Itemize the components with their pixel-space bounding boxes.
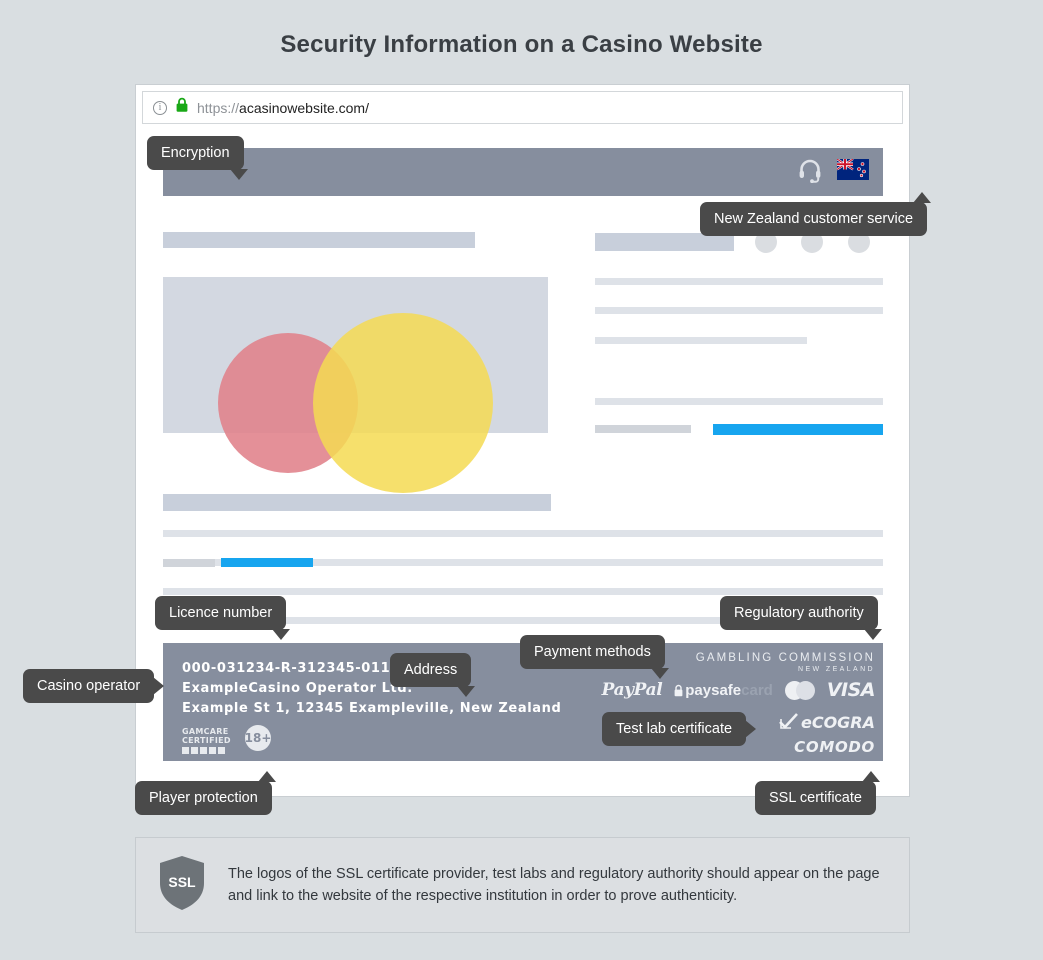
operator-name: ExampleCasino Operator Ltd.: [182, 681, 413, 696]
decorative-circle-yellow: [313, 313, 493, 493]
new-zealand-flag-icon[interactable]: [836, 158, 869, 185]
callout-regulatory-authority: Regulatory authority: [720, 596, 882, 640]
placeholder-text-line: [163, 530, 883, 537]
callout-payment-methods-label: Payment methods: [534, 644, 651, 660]
placeholder-heading-lower: [163, 494, 551, 511]
callout-encryption-label: Encryption: [161, 145, 230, 161]
paysafe-bold: paysafe: [685, 681, 742, 699]
placeholder-text-line: [595, 307, 883, 314]
callout-address-label: Address: [404, 662, 458, 678]
placeholder-text-line: [595, 425, 691, 433]
callout-encryption: Encryption: [147, 136, 248, 180]
callout-regulatory-authority-label: Regulatory authority: [734, 605, 864, 621]
licence-number: 000-031234-R-312345-011: [182, 661, 391, 676]
site-header-band: [163, 148, 883, 196]
callout-payment-methods: Payment methods: [520, 635, 669, 679]
paypal-logo[interactable]: PayPal: [602, 680, 663, 700]
paysafe-dim: card: [741, 681, 773, 699]
ecogra-logo[interactable]: eCOGRA: [778, 712, 875, 732]
callout-ssl-certificate: SSL certificate: [755, 771, 880, 815]
ecogra-check-icon: [779, 713, 798, 729]
placeholder-text-line: [595, 337, 807, 344]
gamcare-line-2: CERTIFIED: [182, 736, 231, 745]
placeholder-text-line: [595, 398, 883, 405]
callout-test-lab: Test lab certificate: [602, 712, 757, 746]
url-host: acasinowebsite.com/: [239, 99, 369, 116]
svg-text:SSL: SSL: [168, 874, 196, 890]
gamcare-squares: [182, 747, 231, 754]
info-icon[interactable]: i: [153, 100, 167, 115]
placeholder-text-line: [595, 278, 883, 285]
gambling-commission-logo[interactable]: GAMBLING COMMISSION NEW ZEALAND: [696, 652, 875, 673]
placeholder-text-line: [163, 588, 883, 595]
operator-address: Example St 1, 12345 Exampleville, New Ze…: [182, 701, 562, 716]
browser-url-bar[interactable]: i https://acasinowebsite.com/: [142, 91, 903, 124]
info-note-text: The logos of the SSL certificate provide…: [228, 866, 880, 904]
callout-address: Address: [390, 653, 476, 697]
placeholder-highlight-bar: [713, 424, 883, 435]
headset-icon[interactable]: [797, 157, 823, 188]
callout-customer-service: New Zealand customer service: [700, 192, 932, 236]
callout-licence-number: Licence number: [155, 596, 291, 640]
callout-player-protection-label: Player protection: [149, 790, 258, 806]
regulator-line-1: GAMBLING COMMISSION: [695, 652, 875, 664]
callout-licence-number-label: Licence number: [169, 605, 273, 621]
operator-details: 000-031234-R-312345-011 ExampleCasino Op…: [182, 659, 561, 719]
gamcare-line-1: GAMCARE: [182, 727, 229, 736]
placeholder-heading-left: [163, 232, 475, 248]
mastercard-logo[interactable]: [784, 680, 815, 700]
visa-logo[interactable]: VISA: [827, 679, 876, 701]
page-title: Security Information on a Casino Website: [280, 31, 763, 58]
green-padlock-icon[interactable]: [175, 97, 189, 118]
url-text: https://acasinowebsite.com/: [197, 100, 369, 116]
paysafecard-logo[interactable]: paysafe card: [674, 682, 773, 699]
age-restriction-badge[interactable]: 18+: [245, 725, 271, 751]
payment-methods-row: PayPal paysafe card VISA: [602, 679, 876, 701]
callout-casino-operator: Casino operator: [23, 669, 165, 703]
url-scheme: https://: [197, 99, 240, 116]
comodo-logo[interactable]: COMODO: [794, 738, 875, 756]
gamcare-certified-logo[interactable]: GAMCARE CERTIFIED: [182, 727, 231, 754]
ssl-shield-icon: SSL: [158, 855, 206, 916]
ecogra-label: eCOGRA: [800, 712, 875, 732]
callout-ssl-certificate-label: SSL certificate: [769, 790, 862, 806]
placeholder-text-line: [163, 559, 215, 567]
callout-casino-operator-label: Casino operator: [37, 678, 141, 694]
callout-player-protection: Player protection: [135, 771, 276, 815]
callout-customer-service-label: New Zealand customer service: [714, 211, 914, 227]
regulator-line-2: NEW ZEALAND: [798, 666, 875, 673]
placeholder-highlight-bar: [221, 558, 313, 567]
callout-test-lab-label: Test lab certificate: [616, 721, 733, 737]
info-note: SSL The logos of the SSL certificate pro…: [135, 837, 910, 933]
